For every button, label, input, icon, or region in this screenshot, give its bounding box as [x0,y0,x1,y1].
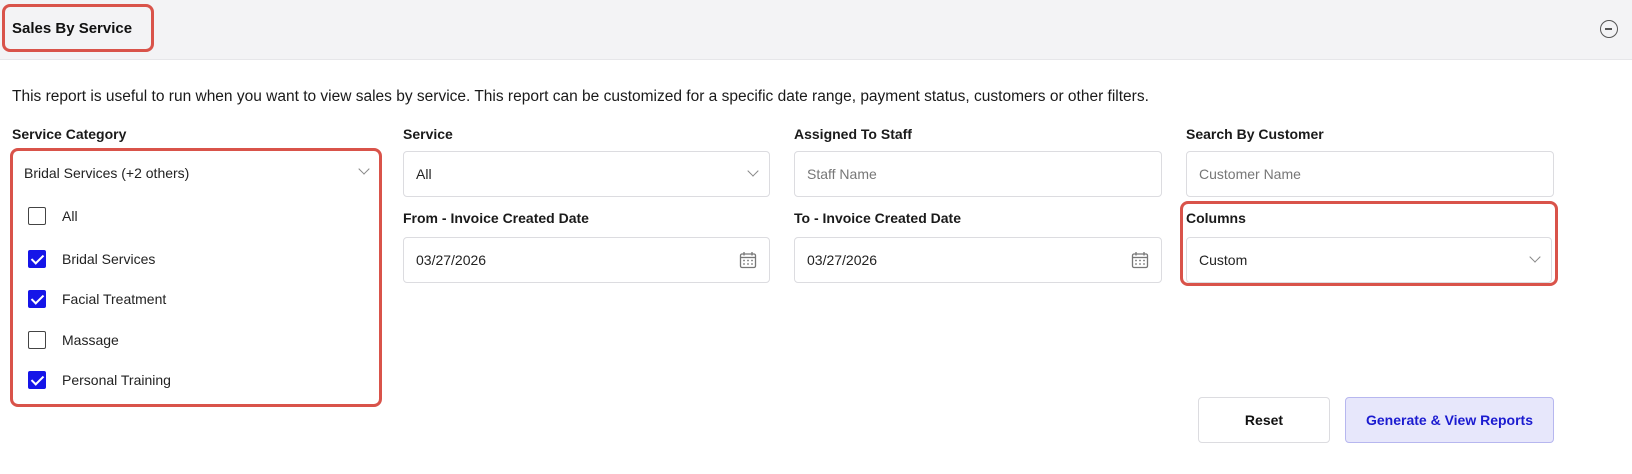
page-title: Sales By Service [12,20,133,37]
generate-reports-button[interactable]: Generate & View Reports [1345,397,1554,443]
service-label: Service [403,126,453,142]
calendar-icon[interactable] [739,251,757,269]
service-select[interactable]: All [403,151,770,197]
columns-highlight [1180,201,1558,286]
service-category-highlight [10,148,382,407]
service-value: All [416,166,432,182]
staff-label: Assigned To Staff [794,126,912,142]
chevron-down-icon [747,165,759,177]
staff-placeholder: Staff Name [807,166,877,182]
from-date-label: From - Invoice Created Date [403,210,589,226]
service-category-label: Service Category [12,126,127,142]
from-date-value: 03/27/2026 [416,252,487,268]
staff-name-input[interactable]: Staff Name [794,151,1162,197]
reset-button[interactable]: Reset [1198,397,1330,443]
customer-label: Search By Customer [1186,126,1324,142]
from-date-input[interactable]: 03/27/2026 [403,237,770,283]
calendar-icon[interactable] [1131,251,1149,269]
report-description: This report is useful to run when you wa… [12,88,1149,105]
to-date-value: 03/27/2026 [807,252,878,268]
to-date-input[interactable]: 03/27/2026 [794,237,1162,283]
collapse-icon[interactable] [1600,20,1618,38]
customer-name-input[interactable]: Customer Name [1186,151,1554,197]
report-header: Sales By Service [0,0,1632,60]
to-date-label: To - Invoice Created Date [794,210,962,226]
customer-placeholder: Customer Name [1199,166,1301,182]
